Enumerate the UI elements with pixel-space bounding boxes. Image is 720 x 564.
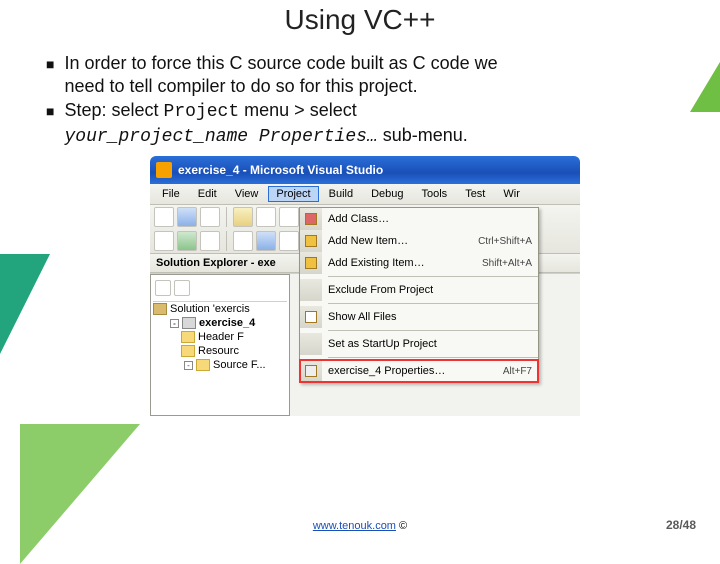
solution-explorer: Solution 'exercis - exercise_4 Header F … xyxy=(150,274,290,416)
menu-separator xyxy=(328,276,538,277)
folder-icon xyxy=(181,331,195,343)
toolbar-button[interactable] xyxy=(233,207,253,227)
toolbar-button[interactable] xyxy=(279,231,299,251)
bullet-text: need to tell compiler to do so for this … xyxy=(64,76,417,96)
shortcut: Alt+F7 xyxy=(503,366,532,377)
toolbar-button[interactable] xyxy=(256,207,276,227)
project-icon xyxy=(182,317,196,329)
toolbar-button[interactable] xyxy=(155,280,171,296)
toolbar-button[interactable] xyxy=(233,231,253,251)
shortcut: Ctrl+Shift+A xyxy=(478,236,532,247)
tree-solution[interactable]: Solution 'exercis xyxy=(153,302,287,316)
toolbar-button[interactable] xyxy=(174,280,190,296)
tree-folder-source[interactable]: - Source F... xyxy=(181,358,287,372)
bullet-code: your_project_name Properties… xyxy=(64,127,377,147)
toolbar-button[interactable] xyxy=(154,207,174,227)
menu-separator xyxy=(328,303,538,304)
menu-separator xyxy=(328,330,538,331)
footer-link[interactable]: www.tenouk.com xyxy=(313,520,396,532)
menu-separator xyxy=(328,357,538,358)
toolbar-button[interactable] xyxy=(200,207,220,227)
blank-icon xyxy=(300,279,322,301)
menu-edit[interactable]: Edit xyxy=(190,186,225,202)
collapse-icon[interactable]: - xyxy=(184,361,193,370)
menu-item-add-class[interactable]: Add Class… xyxy=(300,208,538,230)
toolbar-button[interactable] xyxy=(200,231,220,251)
bullet-list: ■ In order to force this C source code b… xyxy=(46,52,680,148)
tree-label: Source F... xyxy=(213,359,266,371)
menu-build[interactable]: Build xyxy=(321,186,361,202)
bullet-text: sub-menu. xyxy=(378,125,468,145)
tree-folder-header[interactable]: Header F xyxy=(181,330,287,344)
tree-label: Header F xyxy=(198,331,244,343)
toolbar-sep xyxy=(226,207,227,227)
folder-icon xyxy=(196,359,210,371)
tree-project[interactable]: - exercise_4 xyxy=(167,316,287,330)
shortcut: Shift+Alt+A xyxy=(482,258,532,269)
decor-leaf xyxy=(20,424,140,564)
footer-copy: © xyxy=(396,520,407,532)
tree-folder-resource[interactable]: Resourc xyxy=(181,344,287,358)
new-item-icon xyxy=(300,230,322,252)
solution-icon xyxy=(153,303,167,315)
page-number: 28/48 xyxy=(666,518,696,532)
properties-icon xyxy=(300,360,322,382)
menu-item-properties[interactable]: exercise_4 Properties… Alt+F7 xyxy=(300,360,538,382)
bullet-icon: ■ xyxy=(46,103,54,148)
menu-item-add-new[interactable]: Add New Item… Ctrl+Shift+A xyxy=(300,230,538,252)
toolbar-button[interactable] xyxy=(154,231,174,251)
footer: www.tenouk.com © xyxy=(0,520,720,532)
toolbar-sep xyxy=(226,231,227,251)
menu-file[interactable]: File xyxy=(154,186,188,202)
folder-icon xyxy=(181,345,195,357)
decor-leaf xyxy=(690,12,720,112)
vs-logo-icon xyxy=(156,162,172,178)
tree-label: exercise_4 xyxy=(199,317,255,329)
show-all-icon xyxy=(300,306,322,328)
menu-project[interactable]: Project xyxy=(268,186,318,202)
decor-leaf xyxy=(0,254,50,434)
menu-test[interactable]: Test xyxy=(457,186,493,202)
menu-debug[interactable]: Debug xyxy=(363,186,411,202)
toolbar-button[interactable] xyxy=(177,207,197,227)
menu-view[interactable]: View xyxy=(227,186,267,202)
slide-title: Using VC++ xyxy=(0,4,720,36)
toolbar-button[interactable] xyxy=(256,231,276,251)
titlebar: exercise_4 - Microsoft Visual Studio xyxy=(150,156,580,184)
menu-more[interactable]: Wir xyxy=(495,186,528,202)
bullet-icon: ■ xyxy=(46,56,54,97)
bullet-text: In order to force this C source code bui… xyxy=(64,53,497,73)
menu-item-show-all[interactable]: Show All Files xyxy=(300,306,538,328)
existing-item-icon xyxy=(300,252,322,274)
bullet-text: menu > select xyxy=(239,100,357,120)
window-title: exercise_4 - Microsoft Visual Studio xyxy=(178,163,383,177)
menu-item-exclude[interactable]: Exclude From Project xyxy=(300,279,538,301)
toolbar-button[interactable] xyxy=(279,207,299,227)
blank-icon xyxy=(300,333,322,355)
collapse-icon[interactable]: - xyxy=(170,319,179,328)
class-icon xyxy=(300,208,322,230)
menu-item-startup[interactable]: Set as StartUp Project xyxy=(300,333,538,355)
project-menu-dropdown: Add Class… Add New Item… Ctrl+Shift+A Ad… xyxy=(299,207,539,383)
menu-tools[interactable]: Tools xyxy=(414,186,456,202)
tree-label: Resourc xyxy=(198,345,239,357)
tree-label: Solution 'exercis xyxy=(170,303,250,315)
menu-item-add-existing[interactable]: Add Existing Item… Shift+Alt+A xyxy=(300,252,538,274)
menubar: File Edit View Project Build Debug Tools… xyxy=(150,184,580,205)
vs-window: exercise_4 - Microsoft Visual Studio Fil… xyxy=(150,156,580,416)
bullet-code: Project xyxy=(164,102,240,122)
toolbar-button[interactable] xyxy=(177,231,197,251)
bullet-text: Step: select xyxy=(64,100,163,120)
